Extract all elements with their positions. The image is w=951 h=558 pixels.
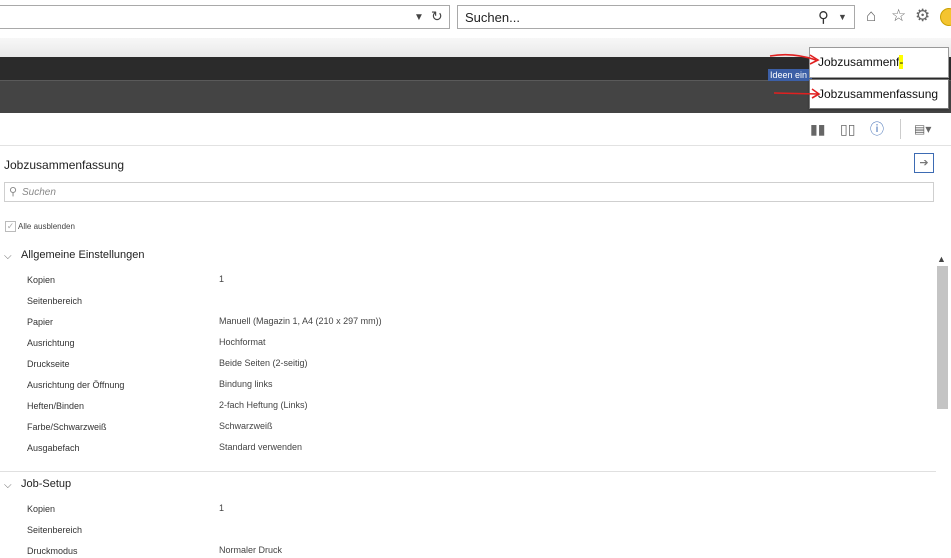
two-page-icon[interactable]: ▮▮ (810, 121, 825, 137)
row-label: Kopien (27, 504, 56, 514)
row-value: Normaler Druck (219, 545, 283, 555)
section-divider (0, 471, 936, 472)
row-value: Schwarzweiß (219, 421, 273, 431)
row-label: Kopien (27, 275, 56, 285)
row-label: Papier (27, 317, 54, 327)
panel-title: Jobzusammenfassung (4, 158, 125, 172)
scroll-up-icon[interactable]: ▲ (937, 254, 946, 264)
export-icon: ➔ (919, 157, 929, 169)
smiley-icon[interactable] (940, 8, 951, 26)
star-icon[interactable]: ☆ (891, 6, 906, 26)
section-title-job-setup[interactable]: Job-Setup (21, 478, 71, 490)
row-label: Druckmodus (27, 546, 78, 556)
document-menu-icon[interactable]: ▤▾ (914, 121, 931, 137)
search-icon[interactable]: ⚲ (818, 8, 829, 26)
row-label: Ausrichtung der Öffnung (27, 380, 125, 390)
address-bar[interactable]: ▼ ↻ (0, 5, 450, 29)
dropdown-icon[interactable]: ▼ (414, 12, 424, 23)
menu-item-jobzusammenf-drucken[interactable]: Jobzusammenf-drucken (809, 47, 949, 98)
row-label: Heften/Binden (27, 401, 85, 411)
chevron-down-icon[interactable]: ⌵ (4, 480, 12, 491)
filter-input[interactable]: ⚲ Suchen (4, 182, 934, 202)
export-button[interactable]: ➔ (914, 153, 934, 173)
annotation-arrow-2 (773, 88, 821, 99)
row-value: Standard verwenden (219, 442, 303, 452)
row-label: Seitenbereich (27, 296, 83, 306)
menu-item-prefix: Jobzusammenf (818, 55, 900, 69)
row-label: Druckseite (27, 359, 70, 369)
book-icon[interactable]: ▯▯ (840, 121, 855, 137)
browser-search-input[interactable]: Suchen... ⚲ ▼ (457, 5, 855, 29)
info-icon[interactable]: ⓘ (870, 121, 884, 137)
chevron-down-icon[interactable]: ⌵ (4, 251, 12, 262)
row-value: Beide Seiten (2-seitig) (219, 358, 308, 368)
row-value: Manuell (Magazin 1, A4 (210 x 297 mm)) (219, 316, 382, 326)
row-label: Seitenbereich (27, 525, 83, 535)
row-value: Hochformat (219, 337, 266, 347)
row-label: Farbe/Schwarzweiß (27, 422, 107, 432)
screen: ▼ ↻ Suchen... ⚲ ▼ ⌂ ☆ ⚙ Ideen ein Jobzus… (0, 0, 951, 558)
scrollbar-thumb[interactable] (937, 266, 948, 409)
search-icon: ⚲ (9, 186, 18, 198)
section-title-allgemeine[interactable]: Allgemeine Einstellungen (21, 249, 145, 261)
search-dropdown-icon[interactable]: ▼ (838, 12, 847, 22)
ideen-banner[interactable]: Ideen ein (768, 69, 812, 81)
browser-toolbar: ▼ ↻ Suchen... ⚲ ▼ ⌂ ☆ ⚙ (0, 0, 951, 38)
row-value: 2-fach Heftung (Links) (219, 400, 308, 410)
row-value: 1 (219, 503, 225, 513)
filter-placeholder: Suchen (22, 187, 56, 198)
hide-all-label: Alle ausblenden (18, 222, 75, 231)
toolbar-divider (900, 119, 901, 139)
viewer-toolbar: ▮▮ ▯▯ ⓘ ▤▾ (0, 113, 951, 146)
gear-icon[interactable]: ⚙ (915, 6, 930, 26)
reload-icon[interactable]: ↻ (431, 8, 443, 25)
hide-all-checkbox[interactable]: ✓ (5, 221, 16, 232)
row-value: 1 (219, 274, 225, 284)
row-value: Bindung links (219, 379, 273, 389)
row-label: Ausgabefach (27, 443, 80, 453)
home-icon[interactable]: ⌂ (866, 6, 876, 26)
annotation-arrow-1 (769, 53, 820, 65)
browser-search-placeholder: Suchen... (465, 10, 520, 25)
row-label: Ausrichtung (27, 338, 75, 348)
